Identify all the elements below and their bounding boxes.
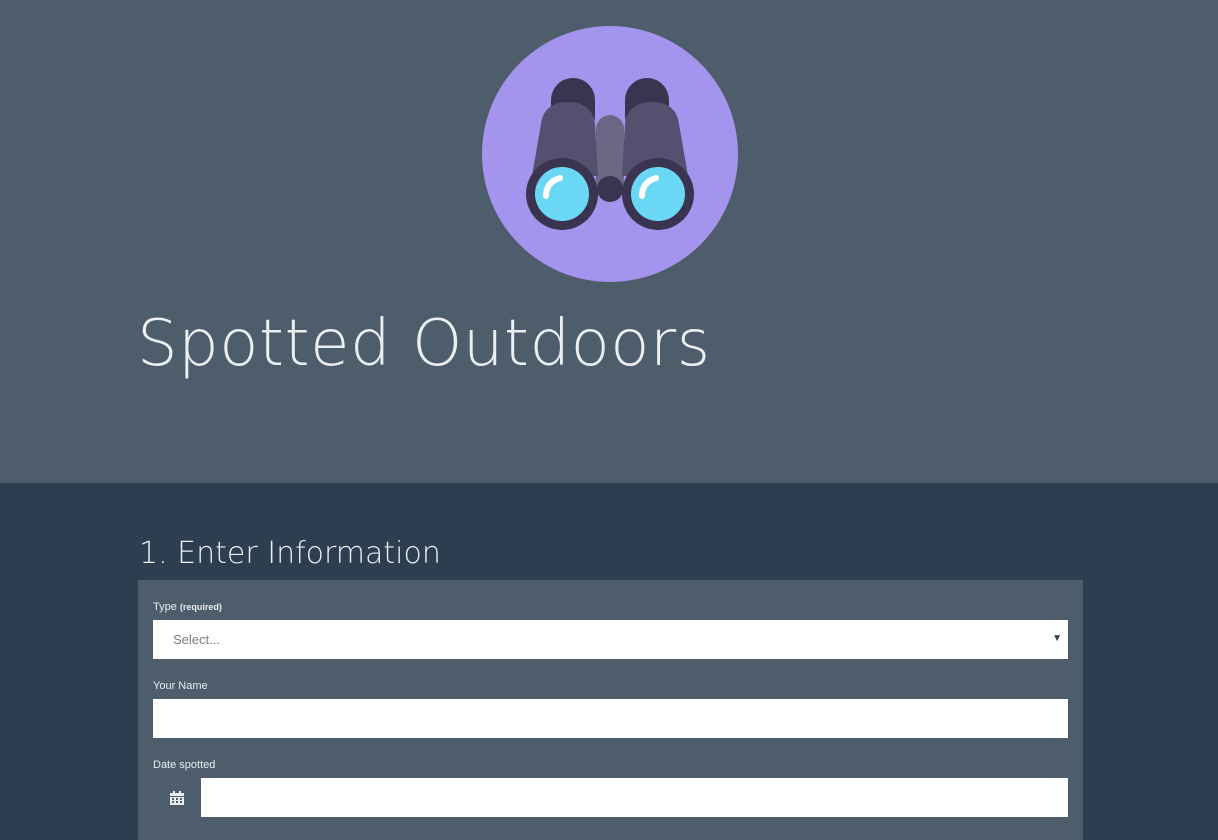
date-input[interactable] — [201, 778, 1068, 817]
type-label-text: Type — [153, 601, 177, 613]
information-form: Type (required) Select... ▼ Your Name Dat… — [138, 580, 1083, 840]
type-select-value: Select... — [173, 632, 220, 647]
hero-header: Spotted Outdoors — [0, 0, 1218, 483]
type-select[interactable]: Select... ▼ — [153, 620, 1068, 659]
site-title: Spotted Outdoors — [137, 307, 711, 381]
calendar-button[interactable] — [153, 778, 201, 817]
name-label: Your Name — [153, 680, 208, 692]
calendar-icon — [170, 790, 184, 805]
binoculars-icon — [482, 26, 738, 282]
main-content: 1. Enter Information Type (required) Sele… — [0, 483, 1218, 840]
required-note: (required) — [179, 602, 222, 612]
date-label: Date spotted — [153, 759, 216, 771]
type-label: Type (required) — [153, 600, 222, 614]
name-input[interactable] — [153, 699, 1068, 738]
section-title: 1. Enter Information — [139, 536, 441, 571]
chevron-down-icon: ▼ — [1052, 633, 1062, 644]
